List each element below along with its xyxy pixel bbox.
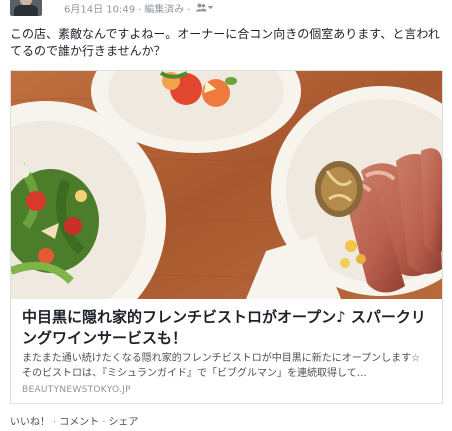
avatar-shirt (14, 5, 38, 16)
meta-separator: · (187, 4, 191, 16)
chevron-down-icon (207, 6, 214, 9)
post-date[interactable]: 6月14日 10:49 (64, 5, 135, 16)
post-header: 6月14日 10:49 · 編集済み · (0, 0, 452, 22)
avatar[interactable] (10, 0, 42, 16)
link-domain: BEAUTYNEWSTOKYO.JP (22, 385, 131, 395)
share-button[interactable]: シェア (108, 417, 138, 428)
link-title[interactable]: 中目黒に隠れ家的フレンチビストロがオープン♪ スパークリングワインサービスも！ (22, 307, 436, 349)
meta-separator: · (138, 4, 142, 16)
audience-selector[interactable] (196, 3, 214, 16)
link-description: またまた通い続けたくなる隠れ家的フレンチビストロが中目黒に新たにオープンします☆… (22, 353, 431, 379)
link-preview-image[interactable] (11, 71, 442, 299)
post-actions: いいね！ · コメント · シェア (10, 413, 138, 428)
edited-label[interactable]: 編集済み (144, 5, 184, 16)
friends-icon (196, 3, 207, 12)
action-separator: · (53, 417, 57, 428)
comment-button[interactable]: コメント (59, 417, 99, 428)
link-preview-card[interactable]: 中目黒に隠れ家的フレンチビストロがオープン♪ スパークリングワインサービスも！ … (10, 70, 443, 404)
post-text: この店、素敵なんですよねー。オーナーに合コン向きの個室あります、と言われてるので… (10, 27, 440, 58)
action-separator: · (102, 417, 106, 428)
like-button[interactable]: いいね！ (10, 417, 50, 428)
post-meta: 6月14日 10:49 · 編集済み · (64, 3, 214, 17)
